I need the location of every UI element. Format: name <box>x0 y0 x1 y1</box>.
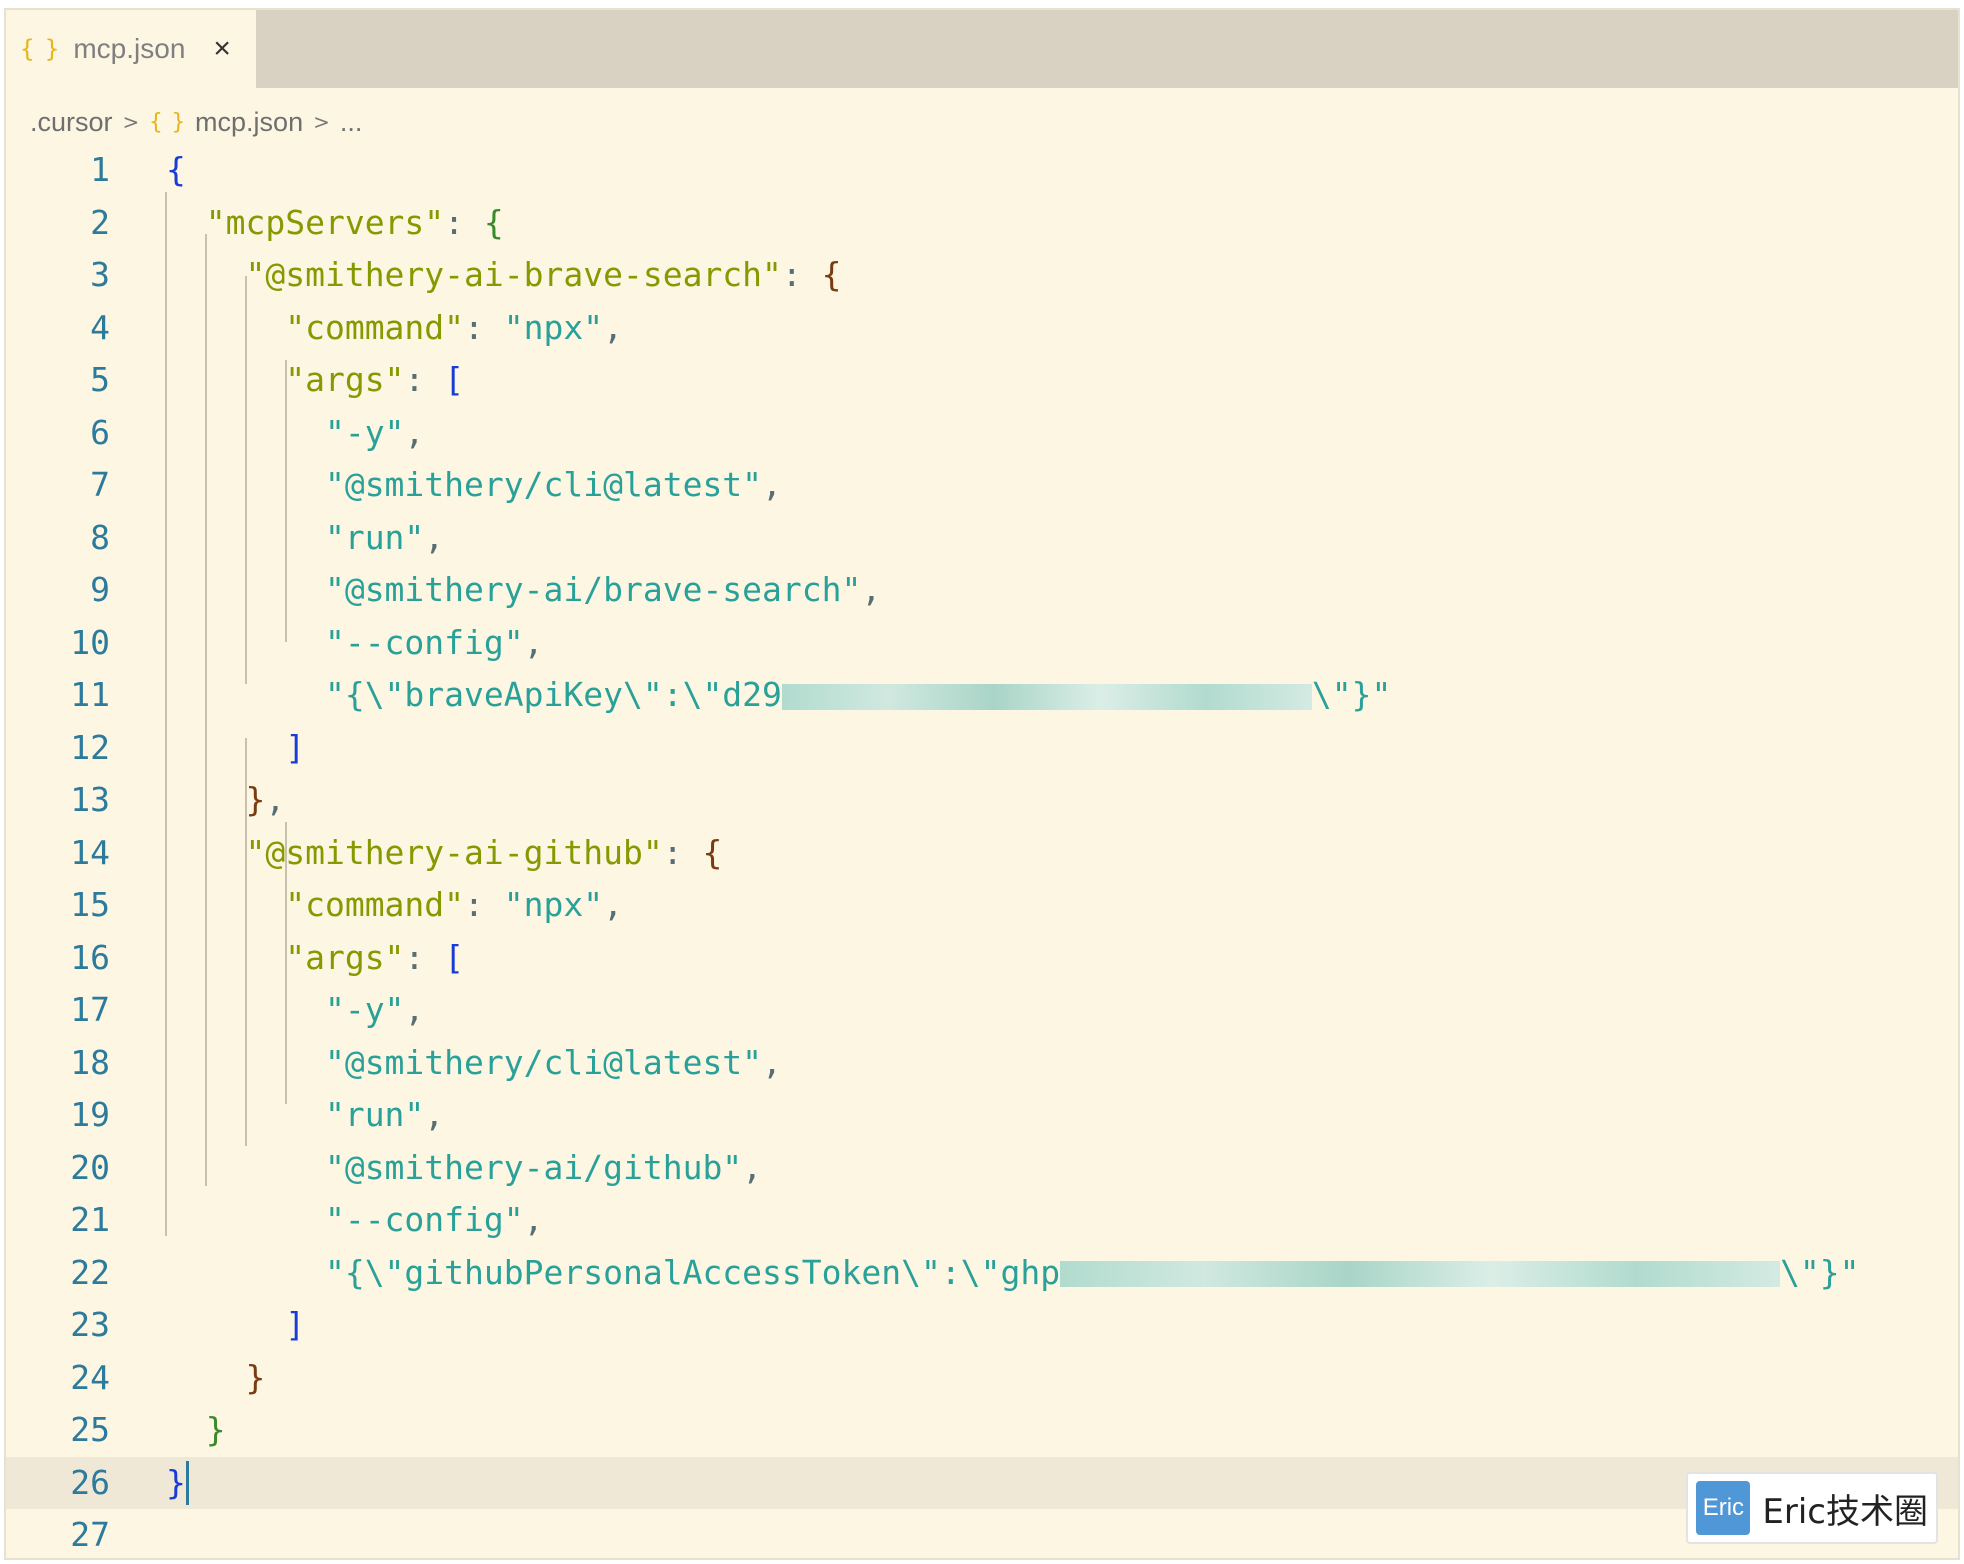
code-line: 21 "--config", <box>6 1194 1958 1247</box>
brace: { <box>166 150 186 189</box>
line-number: 14 <box>70 832 110 872</box>
breadcrumb: .cursor > { } mcp.json > ... <box>30 92 362 152</box>
line-number: 21 <box>70 1200 110 1239</box>
line-number: 6 <box>90 412 110 452</box>
code-line: 1 { <box>6 144 1958 197</box>
line-number: 16 <box>70 937 110 977</box>
code-line: 27 <box>6 1509 1958 1558</box>
code-line: 19 "run", <box>6 1089 1958 1142</box>
json-string: "run" <box>324 517 425 557</box>
code-line: 5 "args": [ <box>6 354 1958 407</box>
line-number: 7 <box>90 465 110 504</box>
json-string: \"}" <box>1311 675 1392 714</box>
code-editor[interactable]: 1 { 2 "mcpServers": { 3 "@smithery-ai-br… <box>6 144 1958 1558</box>
json-key: "@smithery-ai-github" <box>245 832 663 872</box>
tab-label: mcp.json <box>73 33 186 64</box>
code-line: 8 "run", <box>6 512 1958 565</box>
json-key: "args" <box>285 937 405 977</box>
json-braces-icon: { } <box>20 35 59 63</box>
chevron-right-icon: > <box>122 110 140 134</box>
json-key: "command" <box>285 307 465 347</box>
watermark: Eric Eric技术圈 <box>1686 1472 1938 1544</box>
line-number: 3 <box>90 255 110 294</box>
json-string: \"}" <box>1780 1252 1860 1292</box>
json-string: "@smithery/cli@latest" <box>324 1042 763 1082</box>
json-string: "@smithery-ai/github" <box>324 1147 743 1187</box>
json-string: "--config" <box>324 622 524 662</box>
editor-window: { } mcp.json × .cursor > { } mcp.json > … <box>4 8 1960 1560</box>
line-number: 18 <box>70 1042 110 1082</box>
json-string: "--config" <box>324 1200 524 1239</box>
line-number: 27 <box>70 1515 110 1554</box>
line-number: 11 <box>70 675 110 714</box>
tab-mcp-json[interactable]: { } mcp.json × <box>6 10 256 88</box>
line-number: 4 <box>90 307 110 347</box>
code-line: 12 ] <box>6 722 1958 775</box>
line-number: 23 <box>70 1305 110 1344</box>
tab-bar: { } mcp.json × <box>6 10 1958 88</box>
redacted-secret <box>781 683 1312 710</box>
json-string: "run" <box>324 1095 425 1134</box>
json-string: "npx" <box>503 885 604 924</box>
code-line: 7 "@smithery/cli@latest", <box>6 459 1958 512</box>
line-number: 25 <box>70 1410 110 1449</box>
json-string: "{\"braveApiKey\":\"d29 <box>324 675 782 714</box>
breadcrumb-folder[interactable]: .cursor <box>30 107 113 138</box>
code-line: 17 "-y", <box>6 984 1958 1037</box>
json-braces-icon: { } <box>149 109 185 135</box>
code-line: 3 "@smithery-ai-brave-search": { <box>6 249 1958 302</box>
line-number: 2 <box>90 202 110 242</box>
line-number: 8 <box>90 517 110 557</box>
json-key: "mcpServers" <box>205 202 445 242</box>
code-line: 18 "@smithery/cli@latest", <box>6 1037 1958 1090</box>
redacted-secret <box>1060 1261 1781 1287</box>
line-number: 12 <box>70 727 110 767</box>
json-string: "{\"githubPersonalAccessToken\":\"ghp <box>324 1252 1061 1292</box>
json-string: "@smithery-ai/brave-search" <box>324 570 862 609</box>
line-number: 13 <box>70 780 110 819</box>
code-line: 16 "args": [ <box>6 932 1958 985</box>
json-string: "-y" <box>324 990 405 1029</box>
json-key: "args" <box>285 360 405 399</box>
breadcrumb-file[interactable]: mcp.json <box>195 107 303 138</box>
code-line: 6 "-y", <box>6 407 1958 460</box>
code-line: 22 "{\"githubPersonalAccessToken\":\"ghp… <box>6 1247 1958 1300</box>
code-line: 14 "@smithery-ai-github": { <box>6 827 1958 880</box>
json-string: "-y" <box>324 412 405 452</box>
json-key: "command" <box>285 885 465 924</box>
watermark-text: Eric技术圈 <box>1762 1491 1928 1532</box>
line-number: 15 <box>70 885 110 924</box>
line-number: 20 <box>70 1147 110 1187</box>
json-key: "@smithery-ai-brave-search" <box>245 255 782 294</box>
breadcrumb-tail[interactable]: ... <box>340 107 363 138</box>
line-number: 10 <box>70 622 110 662</box>
watermark-logo: Eric <box>1696 1481 1751 1535</box>
text-cursor <box>186 1461 189 1505</box>
json-string: "@smithery/cli@latest" <box>324 465 763 504</box>
code-line: 25 } <box>6 1404 1958 1457</box>
line-number: 24 <box>70 1357 110 1397</box>
code-line: 20 "@smithery-ai/github", <box>6 1142 1958 1195</box>
close-icon[interactable]: × <box>213 32 231 66</box>
code-line: 24 } <box>6 1352 1958 1405</box>
line-number: 19 <box>70 1095 110 1134</box>
code-line: 9 "@smithery-ai/brave-search", <box>6 564 1958 617</box>
code-line: 10 "--config", <box>6 617 1958 670</box>
code-line: 15 "command": "npx", <box>6 879 1958 932</box>
code-line: 11 "{\"braveApiKey\":\"d29 \"}" <box>6 669 1958 722</box>
line-number: 5 <box>90 360 110 399</box>
line-number: 17 <box>70 990 110 1029</box>
line-number: 1 <box>90 150 110 189</box>
code-line: 23 ] <box>6 1299 1958 1352</box>
line-number: 9 <box>90 570 110 609</box>
chevron-right-icon: > <box>313 110 330 134</box>
code-line-active[interactable]: 26 } <box>6 1456 1958 1509</box>
line-number: 26 <box>70 1462 110 1502</box>
line-number: 22 <box>70 1252 110 1292</box>
code-line: 4 "command": "npx", <box>6 302 1958 355</box>
code-line: 13 }, <box>6 774 1958 827</box>
json-string: "npx" <box>503 307 604 347</box>
code-line: 2 "mcpServers": { <box>6 197 1958 250</box>
